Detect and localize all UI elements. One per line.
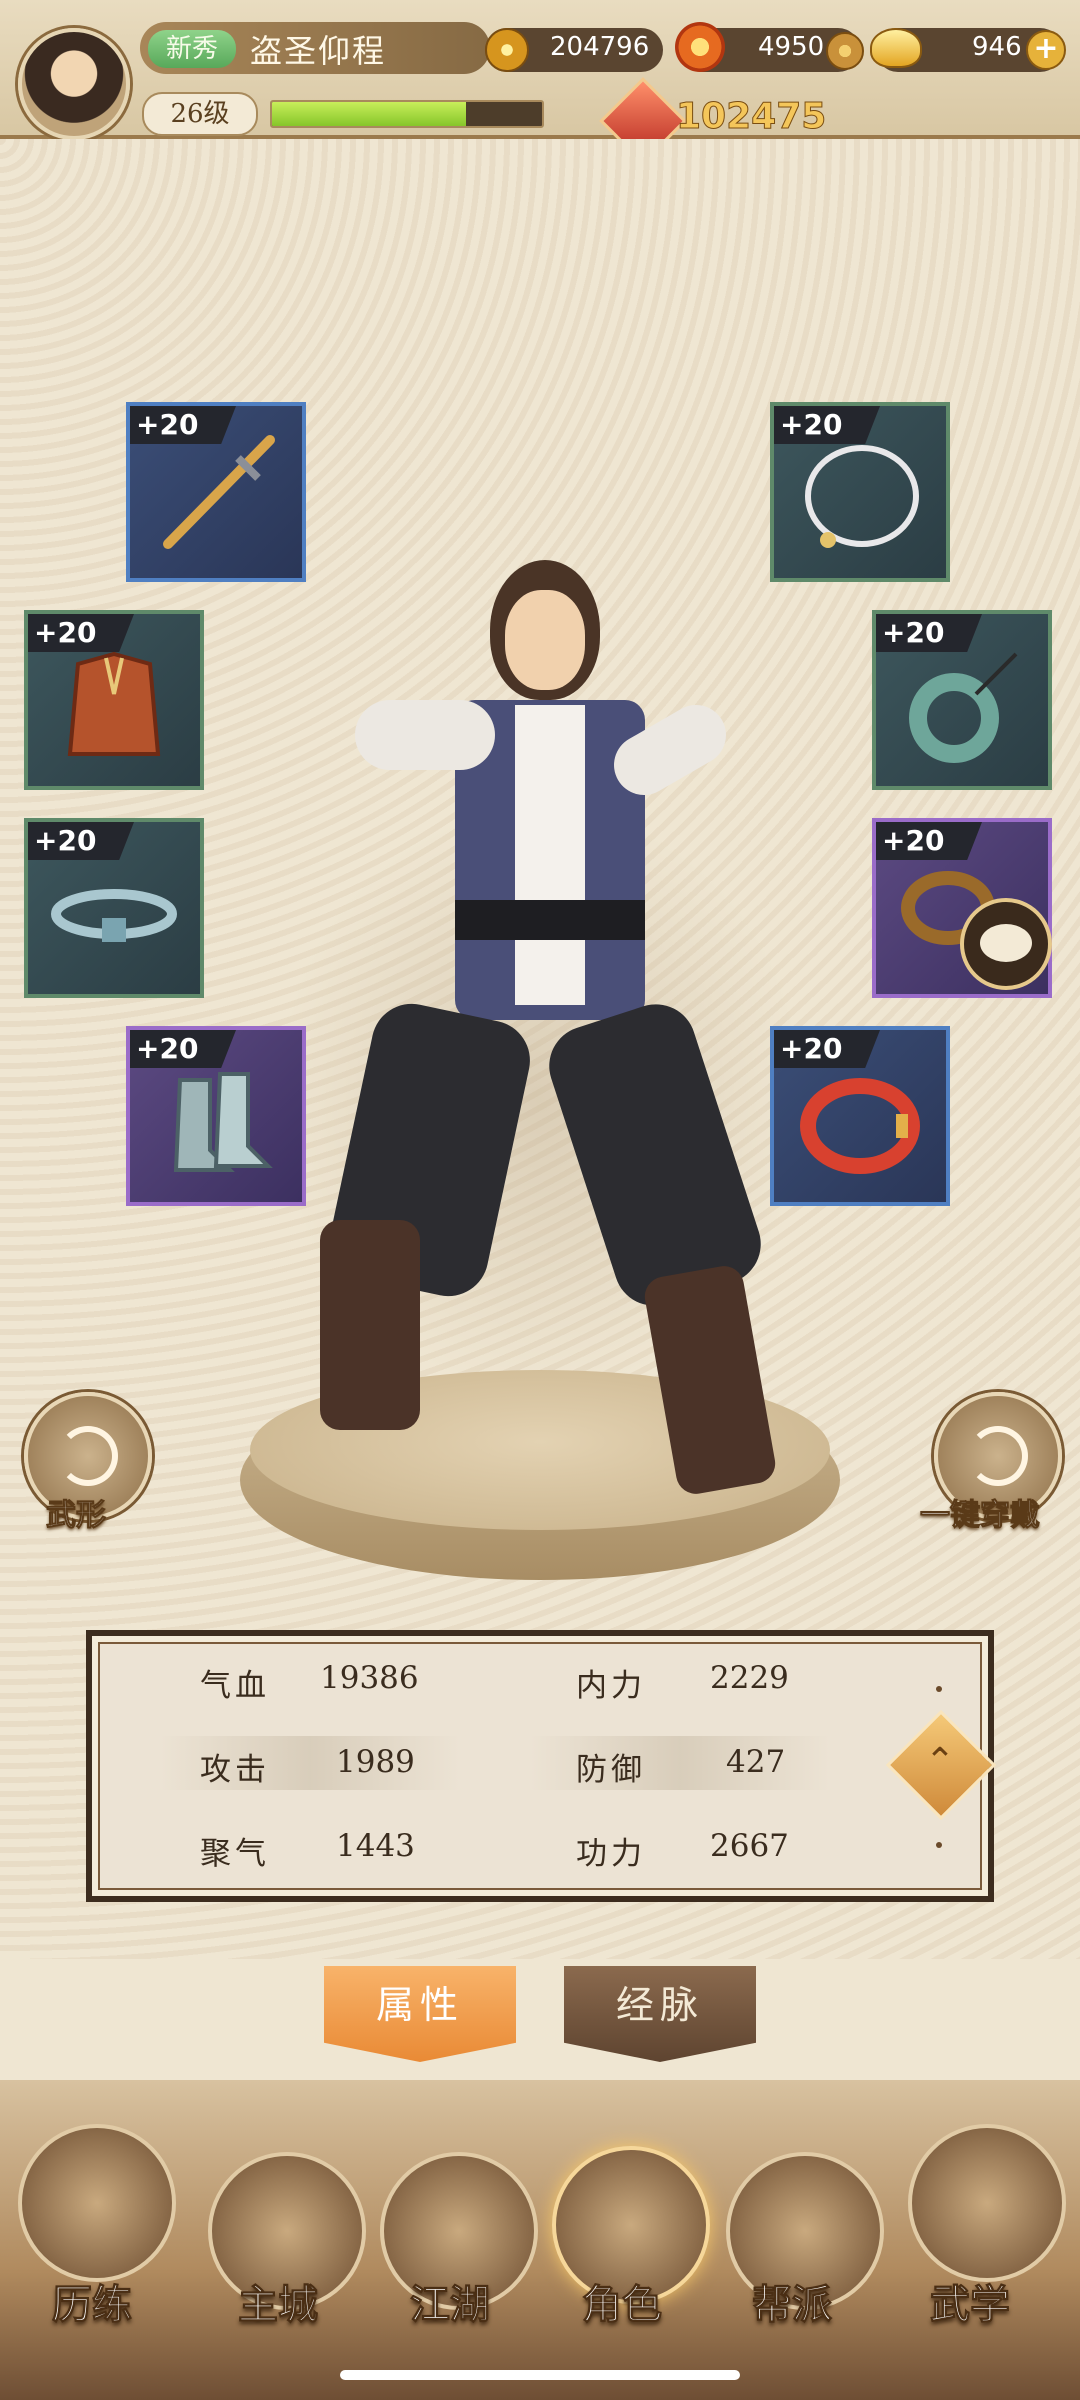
chat-bubble-icon[interactable]	[960, 898, 1052, 990]
tab-meridians[interactable]: 经脉	[564, 1966, 756, 2062]
tab-attributes[interactable]: 属性	[324, 1966, 516, 2062]
stat-label-skill: 功力	[576, 1836, 646, 1872]
token-icon	[826, 32, 864, 70]
home-indicator[interactable]	[340, 2370, 740, 2380]
stat-label-hp: 气血	[200, 1668, 270, 1704]
character-face	[505, 590, 585, 690]
nav-training-button[interactable]	[18, 2124, 176, 2282]
add-currency-button[interactable]: +	[1026, 30, 1066, 70]
stat-value-skill: 2667	[710, 1828, 789, 1864]
stat-label-defense: 防御	[576, 1752, 646, 1788]
player-avatar[interactable]	[18, 28, 130, 140]
equip-slot-pendant[interactable]: +20	[872, 610, 1052, 790]
nav-martial-arts-button[interactable]	[908, 2124, 1066, 2282]
level-badge: 26级	[142, 92, 258, 136]
chevron-up-icon: ⌃	[924, 1741, 956, 1782]
ingot-value: 946	[972, 32, 1022, 62]
coin-value: 204796	[550, 32, 650, 62]
equip-slot-boots[interactable]: +20	[126, 1026, 306, 1206]
equip-all-label: 一键穿戴	[920, 1498, 1041, 1534]
combat-power-value: 102475	[675, 96, 827, 138]
character-shirt	[515, 705, 585, 1005]
coin-icon	[485, 28, 529, 72]
nav-jianghu-label: 江湖	[410, 2281, 491, 2329]
stat-label-inner: 内力	[576, 1668, 646, 1704]
equip-slot-belt[interactable]: +20	[24, 818, 204, 998]
necklace-icon	[805, 445, 919, 548]
sword-icon	[163, 435, 275, 549]
armor-swap-icon	[968, 1426, 1028, 1486]
nav-character-label: 角色	[582, 2281, 663, 2329]
stat-value-inner: 2229	[710, 1660, 789, 1696]
character-left-boot	[320, 1220, 420, 1430]
rank-badge: 新秀	[148, 30, 236, 68]
equip-slot-armor[interactable]: +20	[24, 610, 204, 790]
equip-slot-sword[interactable]: +20	[126, 402, 306, 582]
panel-dot	[936, 1686, 942, 1692]
character-left-arm	[355, 700, 495, 770]
xp-bar-fill	[272, 102, 467, 126]
martial-form-label: 武形	[46, 1498, 107, 1534]
jade-pendant-icon	[909, 652, 1018, 763]
stat-label-focus: 聚气	[200, 1836, 270, 1872]
bracelet-icon	[800, 1078, 920, 1174]
belt-icon	[51, 889, 177, 942]
xp-bar	[270, 100, 544, 128]
character-sash	[455, 900, 645, 940]
armor-icon	[67, 651, 161, 756]
boots-icon	[173, 1072, 273, 1172]
panel-dot	[936, 1842, 942, 1848]
nav-guild-label: 帮派	[752, 2281, 833, 2329]
ingot-icon	[870, 28, 922, 68]
stat-value-defense: 427	[726, 1744, 786, 1780]
stat-value-focus: 1443	[336, 1828, 415, 1864]
nav-martial-arts-label: 武学	[930, 2281, 1011, 2329]
swap-icon	[58, 1426, 118, 1486]
stat-label-attack: 攻击	[200, 1752, 270, 1788]
equip-slot-bracelet[interactable]: +20	[770, 1026, 950, 1206]
player-name: 盗圣仰程	[250, 32, 387, 70]
flame-value: 4950	[758, 32, 825, 62]
nav-main-city-label: 主城	[238, 2281, 319, 2329]
equip-slot-necklace[interactable]: +20	[770, 402, 950, 582]
nav-training-label: 历练	[52, 2281, 133, 2329]
stat-value-attack: 1989	[336, 1744, 415, 1780]
flame-icon	[675, 22, 725, 72]
equip-slot-ring[interactable]: +20	[872, 818, 1052, 998]
stat-value-hp: 19386	[320, 1660, 419, 1696]
